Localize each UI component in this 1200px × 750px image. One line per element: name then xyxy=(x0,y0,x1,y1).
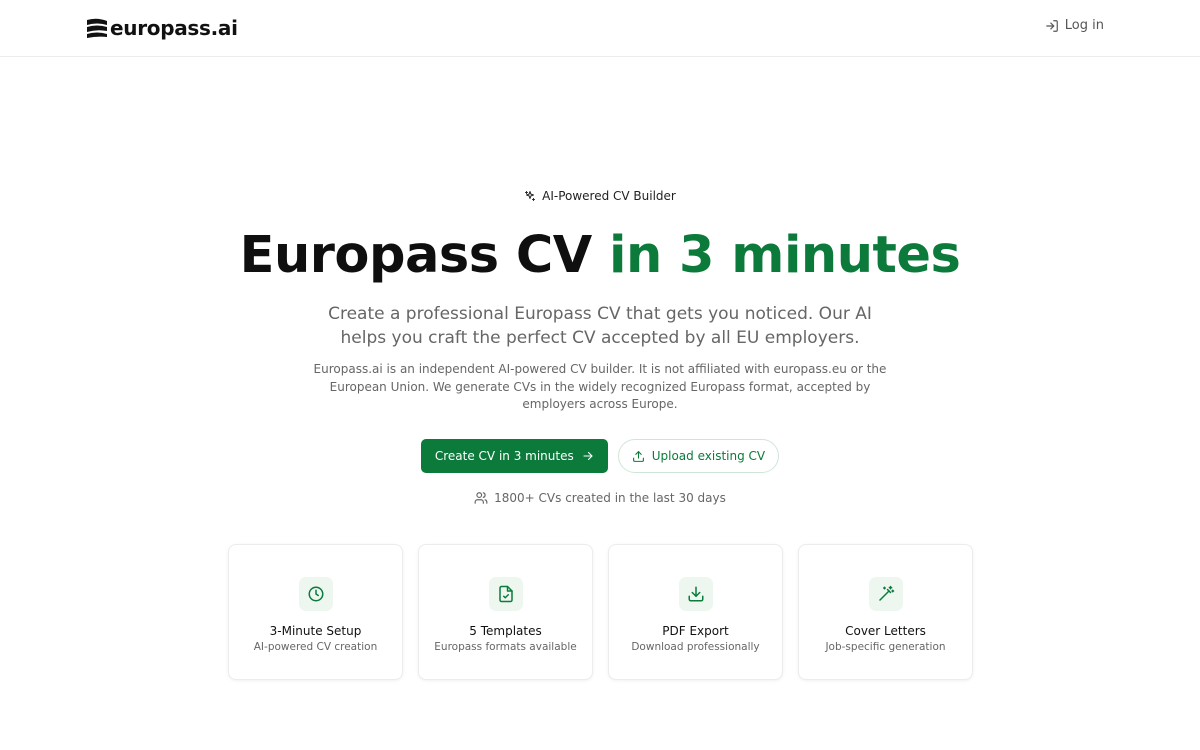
feature-card-cover-letters: Cover Letters Job-specific generation xyxy=(798,544,973,680)
login-button[interactable]: Log in xyxy=(1045,18,1104,33)
cv-stats: 1800+ CVs created in the last 30 days xyxy=(0,491,1200,505)
feature-title: 3-Minute Setup xyxy=(269,624,362,638)
stats-text: 1800+ CVs created in the last 30 days xyxy=(494,491,726,505)
file-check-icon xyxy=(488,577,523,611)
logo-mark-icon xyxy=(87,18,107,38)
badge-label: AI-Powered CV Builder xyxy=(542,189,676,203)
logo[interactable]: europass.ai xyxy=(86,15,238,41)
feature-desc: Job-specific generation xyxy=(825,641,946,653)
disclaimer-text: Europass.ai is an independent AI-powered… xyxy=(313,362,887,411)
upload-cv-label: Upload existing CV xyxy=(651,449,766,463)
upload-icon xyxy=(632,450,644,462)
title-main: Europass CV xyxy=(239,226,610,285)
title-accent: in 3 minutes xyxy=(609,226,961,285)
arrow-right-icon xyxy=(583,451,593,461)
feature-card-pdf: PDF Export Download professionally xyxy=(608,544,783,680)
users-icon xyxy=(474,492,488,504)
sparkles-icon xyxy=(525,191,536,201)
feature-title: Cover Letters xyxy=(845,624,926,638)
login-label: Log in xyxy=(1064,18,1104,33)
magic-wand-icon xyxy=(868,577,903,611)
upload-cv-button[interactable]: Upload existing CV xyxy=(617,439,780,473)
feature-title: 5 Templates xyxy=(469,624,542,638)
login-icon xyxy=(1045,19,1058,32)
feature-cards: 3-Minute Setup AI-powered CV creation 5 … xyxy=(228,544,973,680)
feature-desc: Download professionally xyxy=(631,641,760,653)
feature-card-templates: 5 Templates Europass formats available xyxy=(418,544,593,680)
download-icon xyxy=(678,577,713,611)
feature-desc: AI-powered CV creation xyxy=(253,641,378,653)
cta-buttons: Create CV in 3 minutes Upload existing C… xyxy=(0,439,1200,473)
hero-subtitle: Create a professional Europass CV that g… xyxy=(328,304,872,348)
create-cv-button[interactable]: Create CV in 3 minutes xyxy=(420,439,608,473)
page-title: Europass CV in 3 minutes xyxy=(0,224,1200,288)
logo-text: europass.ai xyxy=(110,16,238,40)
hero-badge: AI-Powered CV Builder xyxy=(0,189,1200,203)
feature-card-setup: 3-Minute Setup AI-powered CV creation xyxy=(228,544,403,680)
clock-icon xyxy=(298,577,333,611)
feature-desc: Europass formats available xyxy=(434,641,577,653)
feature-title: PDF Export xyxy=(662,624,729,638)
top-nav: europass.ai Log in xyxy=(0,0,1200,57)
create-cv-label: Create CV in 3 minutes xyxy=(434,449,574,463)
